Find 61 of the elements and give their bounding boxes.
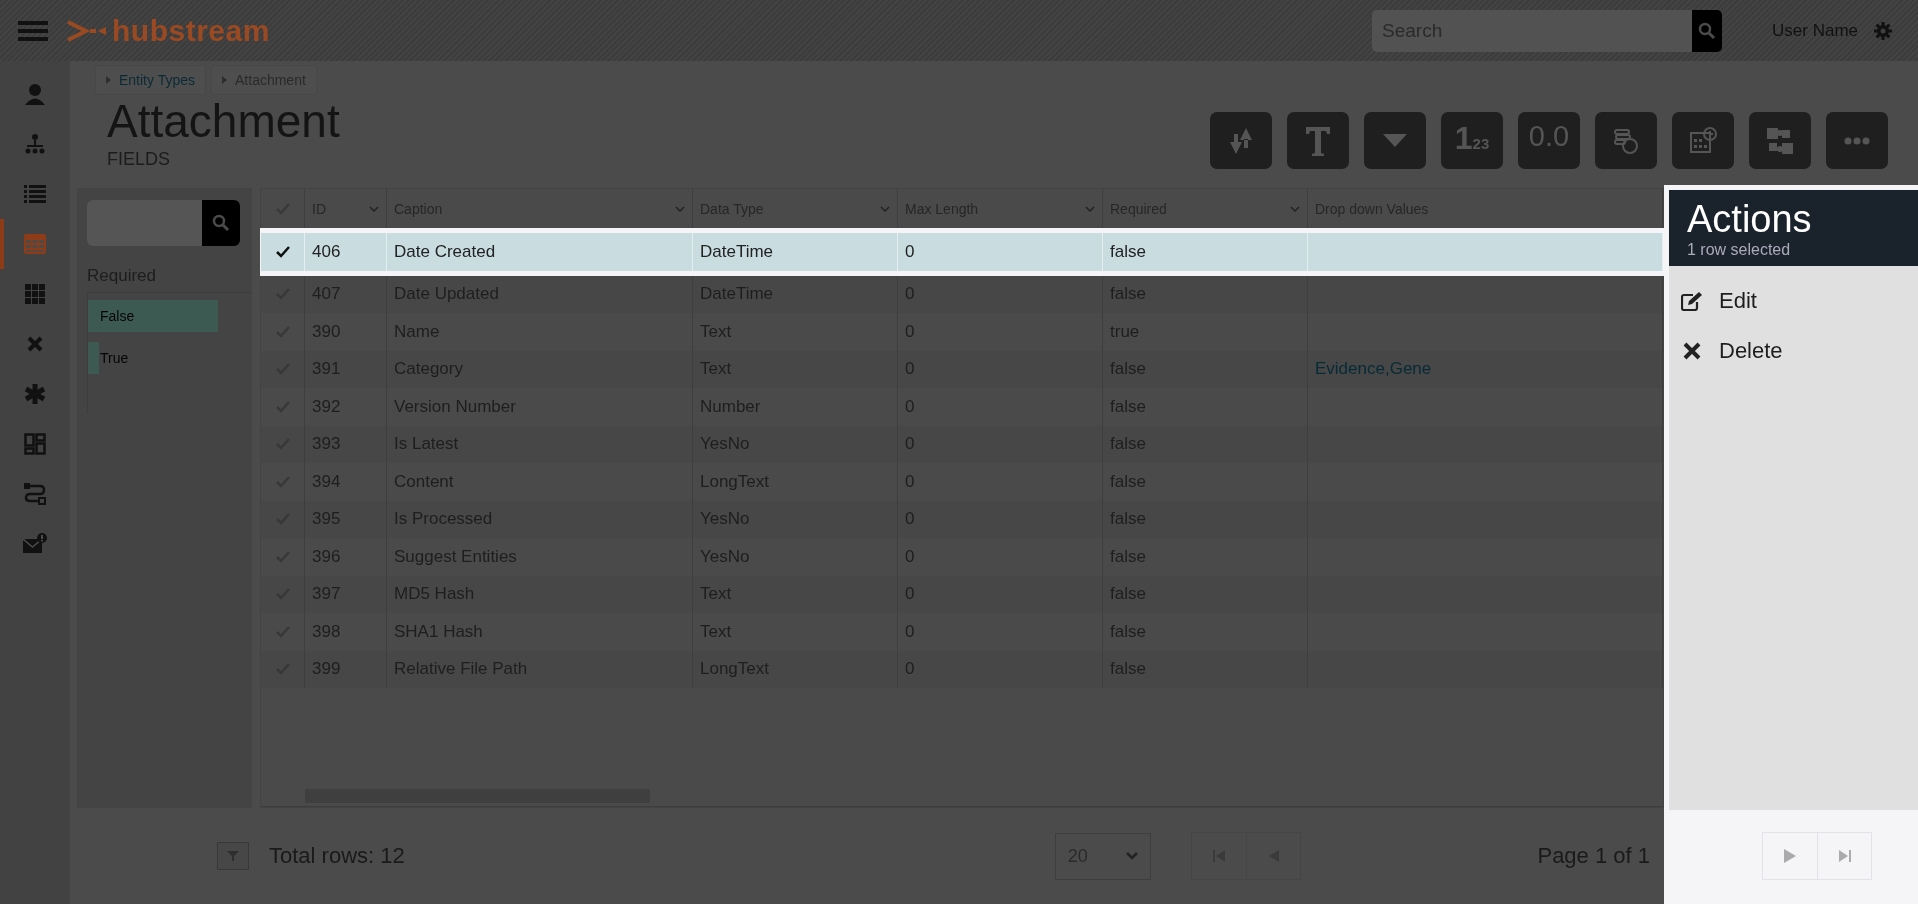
chevron-down-icon[interactable] [675, 206, 685, 212]
calendar-clock-icon [1688, 125, 1718, 156]
hierarchy-icon [24, 133, 46, 155]
chevron-down-icon[interactable] [1085, 206, 1095, 212]
actions-title: Actions [1687, 197, 1813, 241]
text-field-button[interactable] [1287, 112, 1349, 169]
chevron-down-icon[interactable] [1290, 206, 1300, 212]
list-icon [24, 184, 46, 204]
edit-icon [1681, 291, 1703, 311]
table-cell: false [1110, 241, 1146, 262]
table-cell: Date Created [394, 241, 496, 262]
asterisk-icon [24, 383, 46, 405]
page-title: Attachment [107, 95, 340, 147]
coins-icon [1612, 126, 1640, 155]
filter-option[interactable]: True [88, 342, 251, 374]
search-button[interactable] [1692, 9, 1723, 52]
more-button[interactable] [1826, 112, 1888, 169]
dropdown-values-link[interactable]: Evidence,Gene [1315, 359, 1432, 380]
filter-option[interactable]: False [88, 300, 251, 332]
logo-icon [66, 19, 106, 42]
close-icon [27, 336, 43, 352]
edit-action[interactable]: Edit [1681, 278, 1918, 324]
chevron-down-icon[interactable] [369, 206, 379, 212]
selection-count: 1 row selected [1687, 241, 1792, 259]
search-icon [1698, 21, 1717, 40]
puzzle-button[interactable] [1749, 112, 1811, 169]
row-checkbox[interactable] [275, 245, 290, 258]
person-icon [24, 83, 46, 105]
table-cell: 0 [905, 241, 915, 262]
mail-alert-icon [23, 533, 47, 555]
close-icon [1681, 342, 1703, 360]
dropdown-field-button[interactable] [1364, 112, 1426, 169]
menu-icon[interactable] [18, 18, 48, 43]
funnel-icon [227, 851, 239, 861]
last-page-icon [1838, 850, 1851, 862]
chevron-down-icon[interactable] [880, 206, 890, 212]
grid-icon [25, 284, 45, 304]
filter-toggle-button[interactable] [217, 842, 249, 870]
next-page-icon [1784, 849, 1796, 863]
breadcrumb[interactable]: Entity Types [95, 65, 206, 95]
triangle-down-icon [1383, 133, 1407, 148]
search-icon [212, 214, 230, 232]
logo-text: hubstream [112, 13, 270, 48]
caret-icon [106, 76, 111, 84]
settings-icon[interactable] [1874, 21, 1892, 40]
delete-action[interactable]: Delete [1681, 328, 1918, 374]
table-cell: 406 [312, 241, 341, 262]
table-cell: DateTime [700, 241, 774, 262]
more-icon [1844, 136, 1870, 145]
dashboard-icon [24, 433, 46, 455]
horizontal-scrollbar[interactable] [261, 786, 1663, 807]
puzzle-icon [1765, 125, 1795, 156]
caret-icon [222, 76, 227, 84]
currency-field-button[interactable] [1595, 112, 1657, 169]
search-button[interactable] [202, 200, 240, 246]
chevron-down-icon [1125, 852, 1138, 860]
filter-search-field[interactable] [87, 200, 202, 246]
table-icon [24, 234, 46, 254]
reorder-button[interactable] [1210, 112, 1272, 169]
flow-icon [24, 483, 46, 505]
date-field-button[interactable] [1672, 112, 1734, 169]
